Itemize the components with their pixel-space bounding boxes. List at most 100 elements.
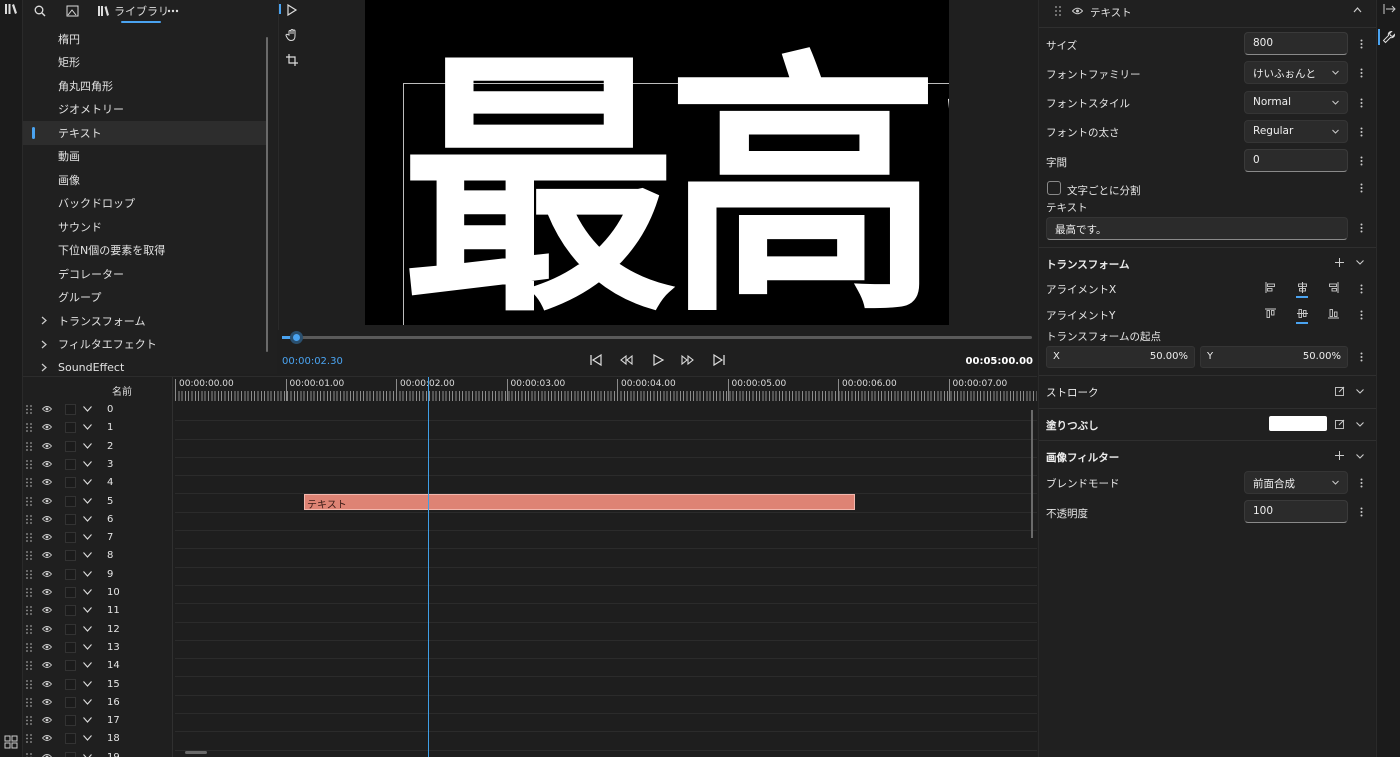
drag-grip-icon[interactable]	[26, 514, 32, 524]
more-vertical-icon[interactable]	[1360, 39, 1363, 49]
eye-icon[interactable]	[1072, 7, 1083, 15]
lock-toggle[interactable]	[65, 422, 76, 434]
select-tool-icon[interactable]	[285, 3, 299, 17]
chevron-down-icon[interactable]	[83, 570, 92, 577]
chevron-down-icon[interactable]	[83, 625, 92, 632]
library-item-geometry[interactable]: ジオメトリー	[23, 98, 267, 122]
chevron-down-icon[interactable]	[83, 424, 92, 431]
panels-icon[interactable]	[4, 735, 18, 749]
drag-grip-icon[interactable]	[26, 533, 32, 542]
eye-icon[interactable]	[42, 606, 52, 614]
eye-icon[interactable]	[42, 698, 52, 706]
track-lane[interactable]	[175, 531, 1037, 550]
lock-toggle[interactable]	[65, 404, 76, 415]
chevron-down-icon[interactable]	[83, 461, 92, 467]
more-vertical-icon[interactable]	[1360, 156, 1363, 166]
plus-icon[interactable]	[1335, 258, 1344, 267]
eye-icon[interactable]	[42, 716, 52, 724]
track-row[interactable]: 3	[23, 456, 173, 474]
track-row[interactable]: 17	[23, 712, 173, 730]
eye-icon[interactable]	[42, 405, 52, 413]
wrench-icon[interactable]	[1382, 30, 1396, 44]
tracks-area[interactable]: 00:00:00.00 00:00:01.00 00:00:02.00 00:00:0…	[175, 377, 1037, 757]
fill-color-swatch[interactable]	[1269, 416, 1327, 431]
fill-section-title[interactable]: 塗りつぶし	[1046, 418, 1099, 433]
drag-grip-icon[interactable]	[26, 551, 32, 561]
track-lane[interactable]	[175, 641, 1037, 660]
lock-toggle[interactable]	[65, 495, 76, 507]
track-lane[interactable]	[175, 549, 1037, 568]
library-item-text[interactable]: テキスト	[23, 121, 267, 145]
font-family-select[interactable]: けいふぉんと	[1244, 61, 1348, 84]
track-lane[interactable]	[175, 623, 1037, 641]
track-row[interactable]: 18	[23, 730, 173, 748]
transform-section-title[interactable]: トランスフォーム	[1046, 257, 1129, 272]
chevron-down-icon[interactable]	[1356, 454, 1364, 459]
lock-toggle[interactable]	[65, 623, 76, 635]
more-vertical-icon[interactable]	[1360, 310, 1363, 320]
track-row[interactable]: 1	[23, 419, 173, 437]
lock-toggle[interactable]	[65, 696, 76, 708]
more-vertical-icon[interactable]	[1360, 507, 1363, 517]
drag-grip-icon[interactable]	[26, 588, 32, 597]
lock-toggle[interactable]	[65, 587, 76, 598]
opacity-input[interactable]: 100	[1244, 500, 1348, 523]
drag-grip-icon[interactable]	[26, 569, 32, 579]
chevron-down-icon[interactable]	[83, 534, 92, 540]
chevron-down-icon[interactable]	[83, 735, 92, 742]
align-center-icon[interactable]	[1297, 282, 1308, 293]
chevron-down-icon[interactable]	[83, 607, 92, 614]
track-lane[interactable]	[175, 604, 1037, 623]
chevron-down-icon[interactable]	[1356, 260, 1364, 265]
drag-grip-icon[interactable]	[26, 441, 32, 451]
drag-grip-icon[interactable]	[26, 624, 32, 634]
track-lane[interactable]	[175, 440, 1037, 458]
chevron-down-icon[interactable]	[1356, 422, 1364, 427]
more-vertical-icon[interactable]	[1360, 284, 1363, 294]
skip-start-icon[interactable]	[589, 353, 603, 367]
timeline-vertical-scrollbar[interactable]	[1031, 410, 1033, 538]
edit-icon[interactable]	[1335, 386, 1345, 396]
chevron-down-icon[interactable]	[83, 406, 92, 412]
size-input[interactable]: 800	[1244, 32, 1348, 55]
more-vertical-icon[interactable]	[1360, 183, 1363, 193]
track-lane[interactable]	[175, 586, 1037, 605]
text-input[interactable]: 最高です。	[1046, 217, 1348, 240]
search-tab[interactable]	[34, 2, 46, 20]
track-lane[interactable]	[175, 696, 1037, 715]
drag-grip-icon[interactable]	[26, 752, 32, 757]
drag-grip-icon[interactable]	[26, 697, 32, 707]
hand-tool-icon[interactable]	[285, 28, 299, 42]
library-item-rounded-rect[interactable]: 角丸四角形	[23, 74, 267, 98]
library-item-group[interactable]: グループ	[23, 286, 267, 310]
library-group-transform[interactable]: トランスフォーム	[23, 309, 267, 333]
chevron-down-icon[interactable]	[83, 497, 92, 504]
track-row[interactable]: 12	[23, 621, 173, 639]
collapse-panel-icon[interactable]	[1383, 4, 1396, 14]
align-top-icon[interactable]	[1265, 308, 1276, 319]
drag-grip-icon[interactable]	[26, 478, 32, 488]
track-lane[interactable]	[175, 678, 1037, 696]
drag-grip-icon[interactable]	[26, 734, 32, 744]
eye-icon[interactable]	[42, 625, 52, 633]
library-item-backdrop[interactable]: バックドロップ	[23, 192, 267, 216]
chevron-down-icon[interactable]	[83, 515, 92, 522]
library-item-image[interactable]: 画像	[23, 168, 267, 192]
fast-forward-icon[interactable]	[681, 353, 695, 367]
chevron-down-icon[interactable]	[83, 644, 92, 650]
drag-grip-icon[interactable]	[1055, 6, 1061, 16]
drag-grip-icon[interactable]	[26, 459, 32, 469]
drag-grip-icon[interactable]	[26, 423, 32, 433]
track-row[interactable]: 8	[23, 547, 173, 565]
lock-toggle[interactable]	[65, 513, 76, 525]
lock-toggle[interactable]	[65, 605, 76, 617]
track-lane[interactable]	[175, 751, 1037, 757]
lock-toggle[interactable]	[65, 568, 76, 580]
library-tab[interactable]: ライブラリ	[97, 2, 169, 23]
lock-toggle[interactable]	[65, 641, 76, 653]
chevron-down-icon[interactable]	[83, 680, 92, 687]
eye-icon[interactable]	[42, 478, 52, 486]
align-bottom-icon[interactable]	[1328, 308, 1339, 319]
lock-toggle[interactable]	[65, 532, 76, 544]
eye-icon[interactable]	[42, 551, 52, 559]
